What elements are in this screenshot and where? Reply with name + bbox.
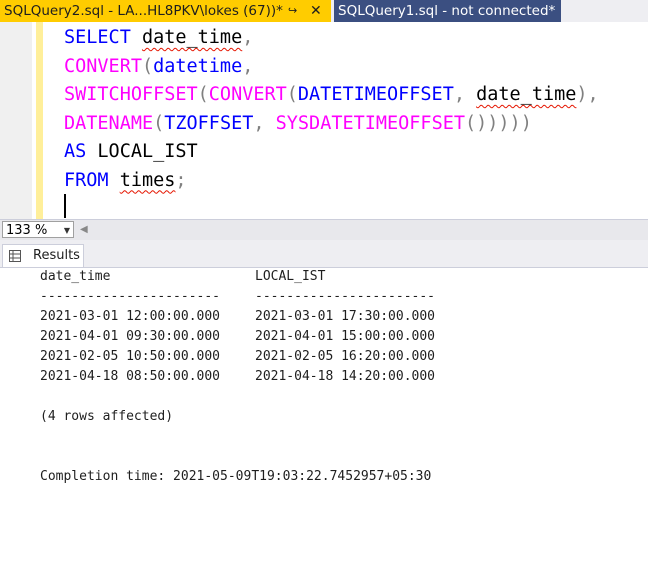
function-sysdatetimeoffset: SYSDATETIMEOFFSET <box>275 112 465 134</box>
identifier-date-time: date_time <box>141 27 243 48</box>
change-tracking-bar <box>36 22 43 219</box>
comma: , <box>242 27 254 48</box>
function-convert: CONVERT <box>208 84 287 105</box>
code-line-4: DATENAME(TZOFFSET, SYSDATETIMEOFFSET()))… <box>64 110 599 139</box>
result-row-1-col2: 2021-03-01 17:30:00.000 <box>255 309 436 324</box>
header-local-ist: LOCAL_IST <box>255 269 326 284</box>
code-line-1: SELECT date_time, <box>64 24 599 53</box>
code-line-2: CONVERT(datetime, <box>64 53 599 82</box>
result-row-2-col1: 2021-04-01 09:30:00.000 <box>40 329 221 344</box>
keyword-as: AS <box>64 141 87 162</box>
completion-time-message: Completion time: 2021-05-09T19:03:22.745… <box>40 469 432 484</box>
tab-sqlquery2-label: SQLQuery2.sql - LA...HL8PKV\lokes (67))* <box>4 3 283 19</box>
close-icon[interactable]: ✕ <box>310 0 322 22</box>
tab-sqlquery2[interactable]: SQLQuery2.sql - LA...HL8PKV\lokes (67))*… <box>0 0 331 22</box>
document-tab-strip: SQLQuery2.sql - LA...HL8PKV\lokes (67))*… <box>0 0 648 22</box>
tab-results[interactable]: Results <box>2 244 84 267</box>
result-row-2-col2: 2021-04-01 15:00:00.000 <box>255 329 436 344</box>
arg-tzoffset: TZOFFSET <box>164 112 254 134</box>
comma: , <box>242 55 254 77</box>
pin-icon[interactable]: ↪ <box>288 0 297 22</box>
result-row-3-col2: 2021-02-05 16:20:00.000 <box>255 349 436 364</box>
tab-sqlquery1[interactable]: SQLQuery1.sql - not connected* <box>334 0 562 22</box>
scroll-left-icon[interactable]: ◀ <box>80 224 88 235</box>
paren: ( <box>197 84 209 105</box>
results-tab-strip: Results <box>0 240 648 268</box>
keyword-select: SELECT <box>64 27 131 48</box>
paren: ( <box>141 55 154 77</box>
editor-margin <box>32 22 35 219</box>
type-datetime: datetime <box>153 55 243 77</box>
editor-status-bar: 133 % ▼ ◀ <box>0 219 648 240</box>
tab-sqlquery1-label: SQLQuery1.sql - not connected* <box>338 3 556 19</box>
comma: , <box>253 112 276 134</box>
semicolon: ; <box>175 169 187 191</box>
zoom-value: 133 % <box>6 223 48 238</box>
code-line-5: AS LOCAL_IST <box>64 138 599 167</box>
text-caret <box>64 194 66 218</box>
separator-col2: ----------------------- <box>255 289 436 304</box>
tab-results-label: Results <box>33 248 80 263</box>
alias-local-ist: LOCAL_IST <box>97 141 198 162</box>
code-line-6: FROM times; <box>64 167 599 196</box>
type-datetimeoffset: DATETIMEOFFSET <box>297 84 454 105</box>
chevron-down-icon[interactable]: ▼ <box>64 222 70 239</box>
identifier-date-time: date_time <box>476 84 577 105</box>
closing-parens: ())))) <box>465 112 532 134</box>
code-area[interactable]: SELECT date_time, CONVERT(datetime, SWIT… <box>64 24 599 195</box>
result-row-3-col1: 2021-02-05 10:50:00.000 <box>40 349 221 364</box>
result-row-4-col1: 2021-04-18 08:50:00.000 <box>40 369 221 384</box>
keyword-from: FROM <box>64 169 109 191</box>
rows-affected-message: (4 rows affected) <box>40 409 174 424</box>
separator-col1: ----------------------- <box>40 289 221 304</box>
result-row-4-col2: 2021-04-18 14:20:00.000 <box>255 369 436 384</box>
editor-gutter <box>0 22 32 219</box>
header-date-time: date_time <box>40 269 111 284</box>
result-row-1-col1: 2021-03-01 12:00:00.000 <box>40 309 221 324</box>
query-editor[interactable]: SELECT date_time, CONVERT(datetime, SWIT… <box>0 22 648 219</box>
results-grid-icon <box>9 250 21 262</box>
results-pane[interactable]: date_time LOCAL_IST --------------------… <box>0 268 648 563</box>
code-line-3: SWITCHOFFSET(CONVERT(DATETIMEOFFSET, dat… <box>64 81 599 110</box>
paren: ( <box>153 112 165 134</box>
comma: , <box>453 84 477 105</box>
paren: ( <box>286 84 298 105</box>
function-convert: CONVERT <box>64 55 142 77</box>
paren-comma: ), <box>576 84 599 105</box>
function-datename: DATENAME <box>64 112 154 134</box>
function-switchoffset: SWITCHOFFSET <box>64 84 198 105</box>
zoom-dropdown[interactable]: 133 % ▼ <box>2 221 74 238</box>
identifier-times: times <box>119 169 176 191</box>
